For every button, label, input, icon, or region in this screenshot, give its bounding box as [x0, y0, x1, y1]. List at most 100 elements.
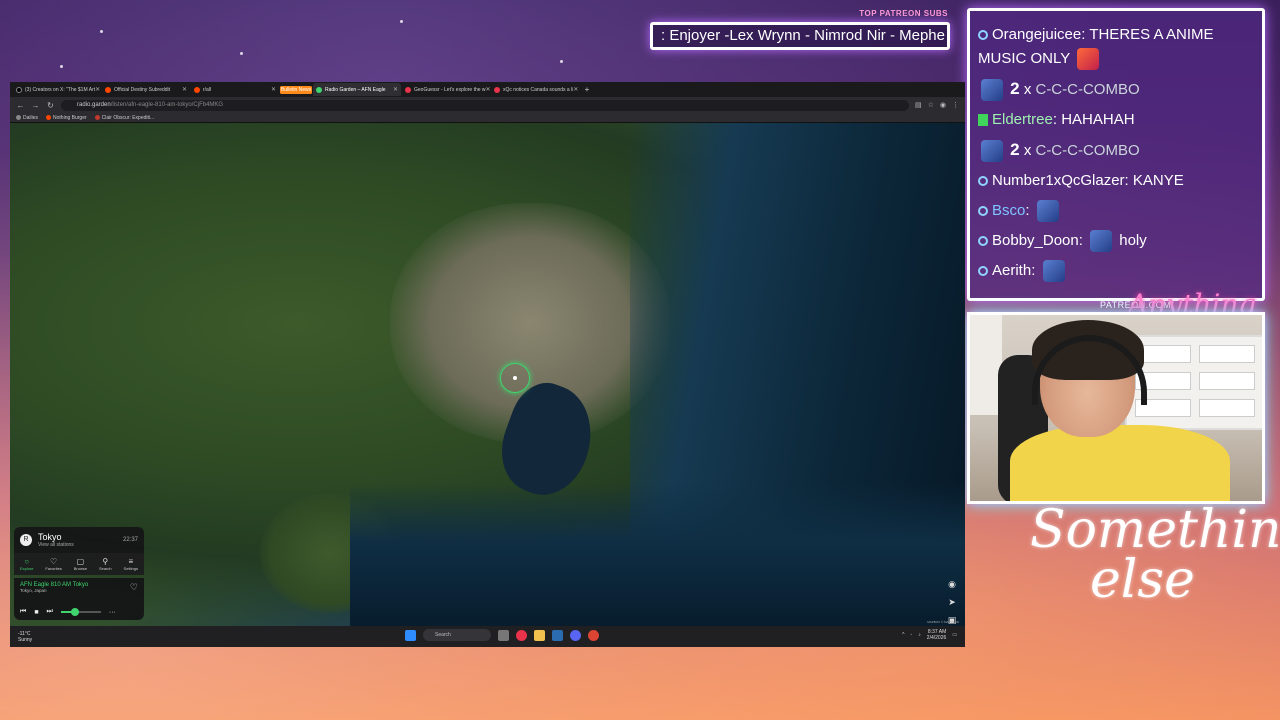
map-attribution: MAPBOX © MAPTILER: [927, 620, 959, 624]
network-icon[interactable]: ◦: [911, 632, 913, 638]
steam-icon[interactable]: [552, 629, 563, 641]
tray-chevron-icon[interactable]: ^: [902, 632, 904, 638]
volume-slider[interactable]: [60, 608, 101, 616]
tab-label: (3) Creators on X: "The $1M Art: [25, 86, 96, 93]
chat-username: Orangejuicee: [992, 26, 1082, 43]
taskbar-clock[interactable]: 8:37 AM 2/4/2026: [927, 629, 946, 641]
next-icon[interactable]: ⏭: [47, 608, 53, 616]
close-icon[interactable]: ✕: [393, 86, 398, 93]
tab-label: GeoGuessr - Let's explore the w: [414, 86, 486, 93]
browser-icon[interactable]: [516, 629, 527, 641]
browser-tab[interactable]: xQc notices Canada sounds a li ✕: [491, 83, 579, 96]
globe-icon[interactable]: ◉: [946, 578, 958, 590]
windows-start-icon[interactable]: [405, 629, 416, 641]
nav-label: Settings: [123, 566, 138, 571]
patreon-subs-ticker: : Enjoyer -Lex Wrynn - Nimrod Nir - Meph…: [650, 22, 950, 50]
notifications-icon[interactable]: ▭: [952, 632, 957, 638]
heart-icon: ♡: [50, 557, 58, 566]
chat-username: Number1xQcGlazer: [992, 172, 1125, 189]
close-icon[interactable]: ✕: [573, 86, 578, 93]
star: [60, 65, 63, 68]
logo-line-1: Something: [1030, 500, 1280, 560]
chat-username: Eldertree: [992, 111, 1053, 128]
close-icon[interactable]: ✕: [95, 86, 100, 93]
combo-count: 2: [1010, 140, 1020, 159]
menu-icon[interactable]: ⋮: [952, 101, 959, 109]
tab-label: Bulletin News: [280, 85, 312, 94]
system-tray: ^ ◦ ♪ 8:37 AM 2/4/2026 ▭: [902, 629, 957, 641]
file-explorer-icon[interactable]: [534, 629, 545, 641]
bookmark-item[interactable]: Nothing Burger: [46, 115, 87, 121]
star-icon[interactable]: ☆: [928, 101, 934, 109]
sub-badge-icon: [978, 30, 988, 41]
browser-tab-active[interactable]: Radio Garden – AFN Eagle ✕: [313, 83, 401, 96]
emote-icon: [1036, 200, 1059, 223]
emote-icon: [981, 79, 1003, 102]
browser-tab[interactable]: Official Destiny Subreddit ✕: [102, 83, 190, 96]
favorite-heart-icon[interactable]: ♡: [130, 582, 138, 593]
stop-icon[interactable]: ■: [34, 609, 38, 616]
chat-username: Aerith: [992, 262, 1032, 279]
obs-icon[interactable]: [588, 629, 599, 641]
bookmark-item[interactable]: Dailies: [16, 115, 38, 121]
combo-multiplier: x: [1023, 142, 1032, 159]
chat-message: Bsco:: [978, 199, 1254, 223]
player-controls: ⏮ ■ ⏭ ···: [20, 608, 116, 616]
reload-icon[interactable]: ↻: [46, 101, 55, 110]
close-icon[interactable]: ✕: [182, 86, 187, 93]
nav-label: Browse: [73, 566, 88, 571]
nav-browse[interactable]: ▢ Browse: [74, 557, 87, 571]
bookmark-item[interactable]: Clair Obscur: Expediti...: [94, 114, 155, 121]
previous-icon[interactable]: ⏮: [20, 608, 26, 616]
chat-message: Number1xQcGlazer: KANYE: [978, 169, 1254, 193]
bookmark-label: Clair Obscur: Expediti...: [101, 114, 155, 121]
taskbar-apps: Search: [405, 629, 599, 641]
tab-label: Radio Garden – AFN Eagle: [325, 86, 386, 93]
locate-icon[interactable]: ➤: [946, 596, 958, 608]
weather-condition: Sunny: [18, 636, 33, 643]
satellite-map[interactable]: ◉ ➤ ▣ + − MAPBOX © MAPTILER R Tokyo View…: [10, 123, 965, 626]
url-input[interactable]: radio.garden/listen/afn-eagle-810-am-tok…: [61, 99, 909, 111]
reader-icon[interactable]: ▤: [915, 101, 922, 109]
station-marker-dot[interactable]: [513, 376, 517, 380]
sub-badge-icon: [978, 236, 988, 247]
volume-icon[interactable]: ♪: [918, 632, 921, 638]
close-icon[interactable]: ✕: [486, 86, 490, 93]
taskbar-search[interactable]: Search: [423, 629, 491, 641]
chat-message: Bobby_Doon: holy: [978, 229, 1254, 253]
back-icon[interactable]: ←: [16, 101, 25, 110]
nav-search[interactable]: ⚲ Search: [99, 557, 112, 571]
nav-favorites[interactable]: ♡ Favorites: [45, 557, 61, 571]
star: [100, 30, 103, 33]
tab-bar: (3) Creators on X: "The $1M Art ✕ Officia…: [10, 82, 965, 97]
local-time: 22:37: [122, 537, 138, 543]
extension-icon[interactable]: ◉: [940, 101, 946, 109]
browser-tab[interactable]: (3) Creators on X: "The $1M Art ✕: [13, 83, 101, 96]
close-icon[interactable]: ✕: [271, 86, 276, 93]
new-tab-button[interactable]: +: [580, 83, 594, 96]
discord-icon[interactable]: [570, 629, 581, 641]
star: [560, 60, 563, 63]
search-icon: ⚲: [102, 557, 109, 566]
sub-badge-icon: [978, 176, 988, 187]
weather-widget[interactable]: -11°C Sunny: [10, 631, 70, 643]
task-view-icon[interactable]: [498, 629, 509, 641]
browser-tab[interactable]: GeoGuessr - Let's explore the w ✕: [402, 83, 490, 96]
combo-label: C-C-C-COMBO: [1035, 142, 1140, 159]
logo-line-2: else: [1090, 550, 1195, 610]
forward-icon[interactable]: →: [31, 101, 40, 110]
more-icon[interactable]: ···: [109, 609, 116, 616]
combo-count: 2: [1010, 79, 1020, 98]
nav-explore[interactable]: ○ Explore: [20, 557, 34, 571]
city-header[interactable]: R Tokyo View all stations 22:37: [14, 527, 144, 553]
nav-settings[interactable]: ≡ Settings: [124, 557, 138, 571]
browser-tab-pinned[interactable]: Bulletin News: [280, 83, 312, 96]
browser-tab[interactable]: r/all ✕: [191, 83, 279, 96]
volume-knob[interactable]: [70, 608, 79, 616]
chat-text: HAHAHAH: [1061, 111, 1135, 128]
clock-date: 2/4/2026: [926, 635, 947, 641]
map-controls: ◉ ➤ ▣ + −: [946, 578, 958, 626]
chat-message: Orangejuicee: THERES A ANIME MUSIC ONLY: [978, 23, 1254, 71]
sub-badge-icon: [978, 206, 988, 217]
view-all-stations-link[interactable]: View all stations: [38, 542, 74, 548]
